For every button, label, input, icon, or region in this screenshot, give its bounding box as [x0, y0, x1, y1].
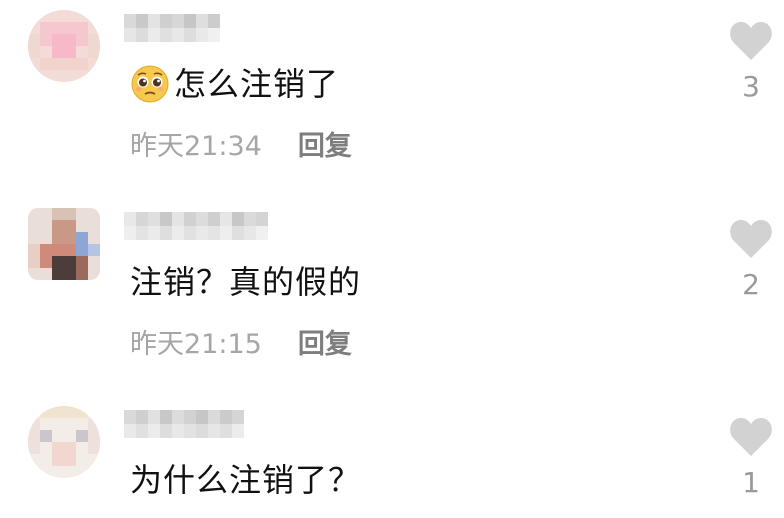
comment-item: 为什么注销了？ 1	[0, 396, 784, 518]
heart-icon[interactable]	[728, 20, 774, 62]
reply-button[interactable]: 回复	[298, 130, 352, 164]
comment-text-content: 为什么注销了？	[130, 461, 362, 499]
like-count: 1	[742, 466, 760, 499]
comment-item: 注销？真的假的 昨天21:15 回复 2	[0, 198, 784, 396]
pleading-face-emoji	[131, 65, 169, 103]
like-control[interactable]: 2	[726, 218, 776, 301]
avatar[interactable]	[28, 406, 100, 478]
username-blurred-row2	[124, 424, 244, 452]
comment-meta: 昨天21:34 回复	[130, 130, 352, 164]
timestamp: 昨天21:15	[130, 329, 262, 360]
like-control[interactable]: 1	[726, 416, 776, 499]
avatar[interactable]	[28, 10, 100, 82]
username-blurred-row2	[124, 28, 220, 56]
comment-item: 怎么注销了 昨天21:34 回复 3	[0, 0, 784, 198]
avatar[interactable]	[28, 208, 100, 280]
comment-text: 为什么注销了？	[130, 460, 361, 500]
heart-icon[interactable]	[728, 416, 774, 458]
comment-text: 注销？真的假的	[130, 262, 361, 302]
like-count: 3	[742, 70, 760, 103]
comment-text-content: 注销？真的假的	[130, 263, 362, 301]
username-blurred-row2	[124, 226, 268, 254]
comment-text: 怎么注销了	[130, 64, 339, 104]
comment-meta: 昨天21:15 回复	[130, 328, 352, 362]
timestamp: 昨天21:34	[130, 131, 262, 162]
reply-button[interactable]: 回复	[298, 328, 352, 362]
heart-icon[interactable]	[728, 218, 774, 260]
like-count: 2	[742, 268, 760, 301]
comment-text-content: 怎么注销了	[174, 65, 340, 103]
like-control[interactable]: 3	[726, 20, 776, 103]
